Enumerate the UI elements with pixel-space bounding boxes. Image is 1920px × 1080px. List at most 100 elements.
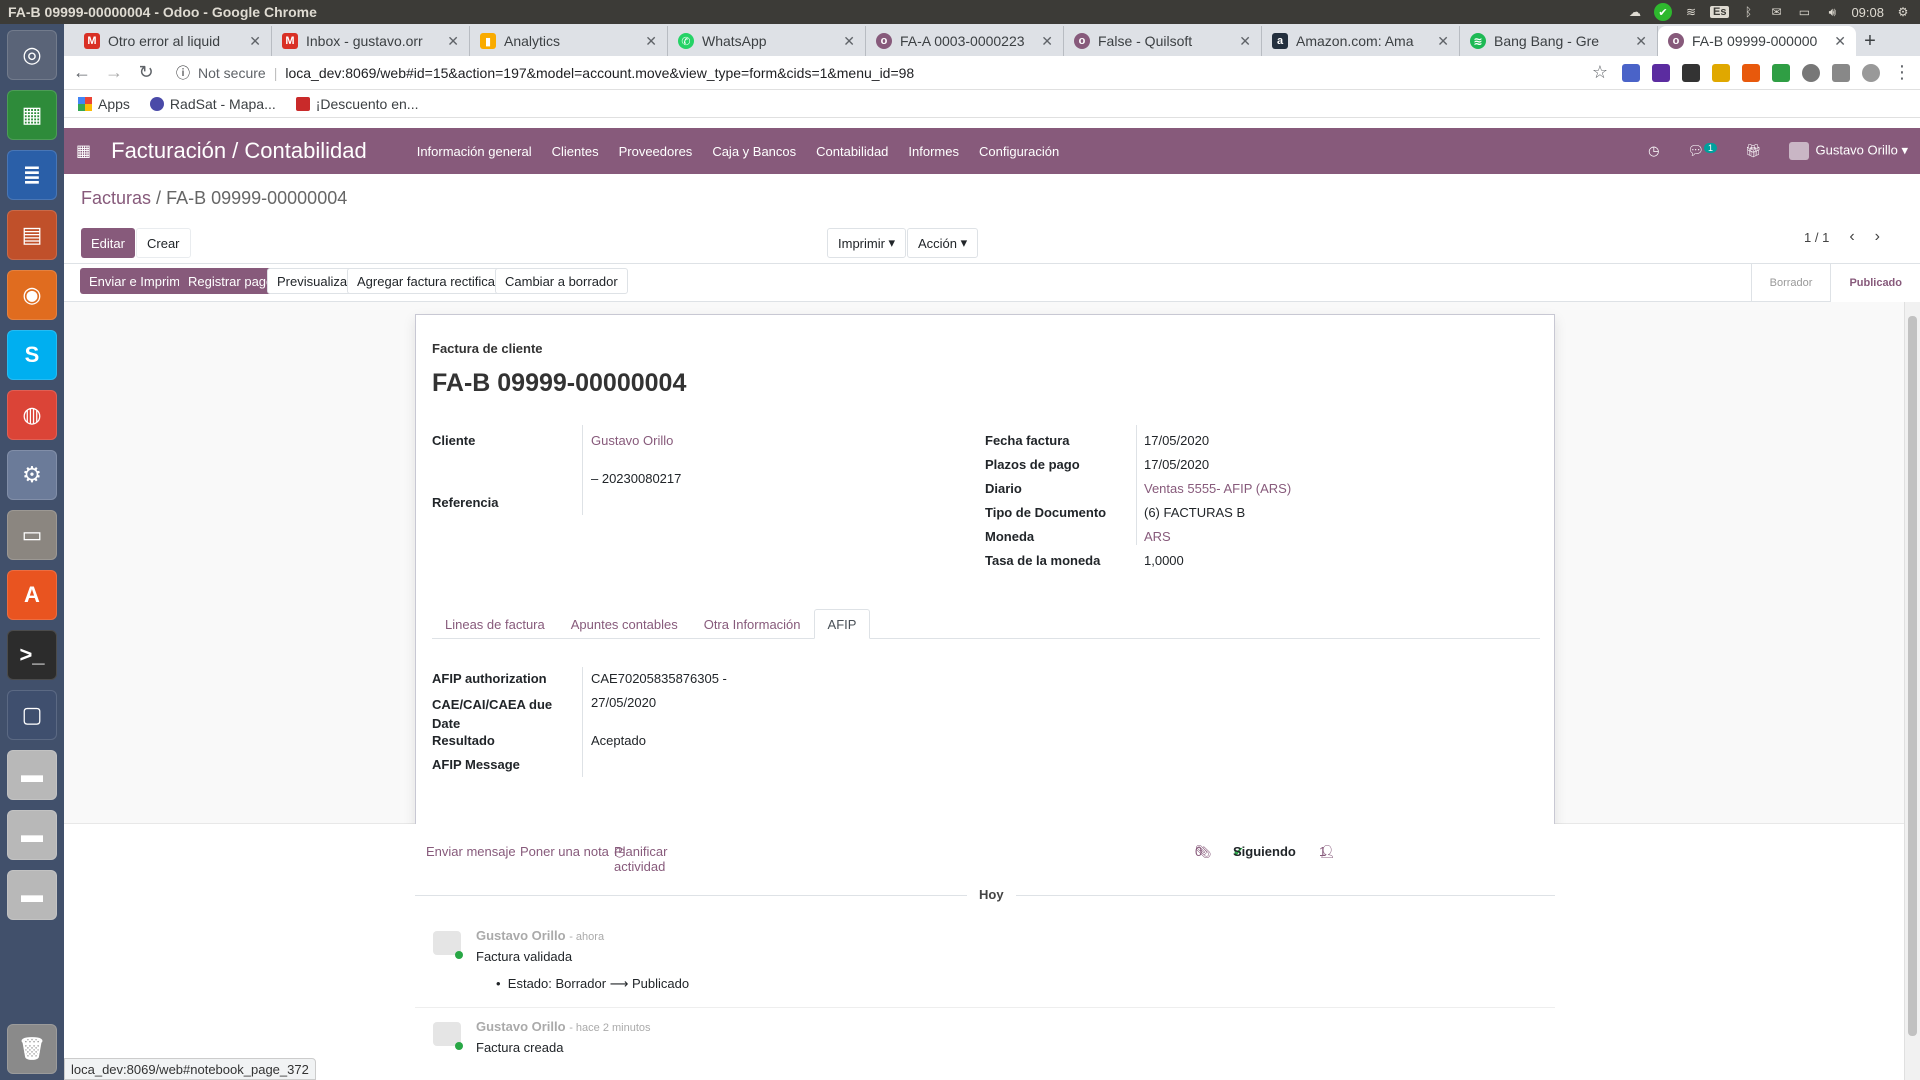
log-note-button[interactable]: Poner una nota xyxy=(520,844,609,859)
files-icon[interactable]: ▭ xyxy=(7,510,57,560)
impress-icon[interactable]: ▤ xyxy=(7,210,57,260)
invoice-date-value[interactable]: 17/05/2020 xyxy=(1144,433,1209,448)
check-icon[interactable]: ✔ xyxy=(1653,3,1672,21)
bookmark-radsat[interactable]: RadSat - Mapa... xyxy=(149,96,276,112)
omnibox[interactable]: ⓘ Not secure | loca_dev:8069/web#id=15&a… xyxy=(168,59,1578,87)
menu-item[interactable]: Caja y Bancos xyxy=(712,144,796,159)
user-menu[interactable]: Gustavo Orillo ▾ xyxy=(1789,142,1908,160)
spreadsheet-icon[interactable]: ▦ xyxy=(7,90,57,140)
print-dropdown[interactable]: Imprimir ▾ xyxy=(827,228,907,258)
reload-icon[interactable]: ↻ xyxy=(136,62,156,83)
bookmark-apps[interactable]: Apps xyxy=(78,96,130,112)
wifi-icon[interactable]: ≋ xyxy=(1682,5,1700,19)
browser-tab[interactable]: ▮ Analytics ✕ xyxy=(470,26,668,56)
close-icon[interactable]: ✕ xyxy=(249,33,261,50)
browser-tab[interactable]: M Otro error al liquid ✕ xyxy=(74,26,272,56)
tab-journal-items[interactable]: Apuntes contables xyxy=(558,609,691,639)
drive-icon[interactable]: ▬ xyxy=(7,870,57,920)
close-icon[interactable]: ✕ xyxy=(645,33,657,50)
software-center-icon[interactable]: A xyxy=(7,570,57,620)
tab-other-info[interactable]: Otra Información xyxy=(691,609,814,639)
chevron-left-icon[interactable]: ‹ xyxy=(1849,228,1854,246)
mail-icon[interactable]: ✉ xyxy=(1767,5,1785,19)
reset-draft-button[interactable]: Cambiar a borrador xyxy=(495,268,628,294)
browser-tab[interactable]: ≋ Bang Bang - Gre ✕ xyxy=(1460,26,1658,56)
action-dropdown[interactable]: Acción ▾ xyxy=(907,228,979,258)
breadcrumb-parent[interactable]: Facturas xyxy=(81,188,151,208)
drive-icon[interactable]: ▬ xyxy=(7,750,57,800)
bookmark-descuento[interactable]: ¡Descuento en... xyxy=(295,96,418,112)
url-text[interactable]: loca_dev:8069/web#id=15&action=197&model… xyxy=(285,65,914,81)
chrome-icon[interactable]: ◍ xyxy=(7,390,57,440)
scrollbar-thumb[interactable] xyxy=(1908,316,1917,1036)
trash-icon[interactable]: 🗑︎ xyxy=(7,1024,57,1074)
firefox-icon[interactable]: ◉ xyxy=(7,270,57,320)
info-icon[interactable]: ⓘ xyxy=(176,63,190,83)
browser-tab[interactable]: ✆ WhatsApp ✕ xyxy=(668,26,866,56)
kebab-menu-icon[interactable]: ⋮ xyxy=(1892,62,1912,83)
edit-button[interactable]: Editar xyxy=(81,228,135,258)
profile-avatar[interactable] xyxy=(1862,63,1880,82)
chevron-right-icon[interactable]: › xyxy=(1875,228,1880,246)
journal-value[interactable]: Ventas 5555- AFIP (ARS) xyxy=(1144,481,1291,496)
battery-icon[interactable]: ▭ xyxy=(1795,5,1813,19)
menu-item[interactable]: Información general xyxy=(417,144,532,159)
close-icon[interactable]: ✕ xyxy=(1834,33,1846,50)
close-icon[interactable]: ✕ xyxy=(1635,33,1647,50)
keyboard-layout-indicator[interactable]: Es xyxy=(1709,6,1730,18)
extension-icon[interactable] xyxy=(1712,63,1730,82)
menu-item[interactable]: Configuración xyxy=(979,144,1059,159)
close-icon[interactable]: ✕ xyxy=(447,33,459,50)
settings-icon[interactable]: ⚙ xyxy=(7,450,57,500)
menu-item[interactable]: Contabilidad xyxy=(816,144,888,159)
activity-clock-icon[interactable]: ◷ xyxy=(1648,143,1659,159)
back-icon[interactable]: ← xyxy=(72,62,92,83)
drive-icon[interactable]: ▬ xyxy=(7,810,57,860)
menu-item[interactable]: Clientes xyxy=(552,144,599,159)
extension-icon[interactable] xyxy=(1622,63,1640,82)
payment-terms-value[interactable]: 17/05/2020 xyxy=(1144,457,1209,472)
close-icon[interactable]: ✕ xyxy=(1239,33,1251,50)
browser-tab[interactable]: a Amazon.com: Ama ✕ xyxy=(1262,26,1460,56)
extension-icon[interactable] xyxy=(1742,63,1760,82)
app-name[interactable]: Facturación / Contabilidad xyxy=(111,138,367,164)
scrollbar[interactable] xyxy=(1904,302,1920,1080)
send-message-button[interactable]: Enviar mensaje xyxy=(426,844,516,859)
star-icon[interactable]: ☆ xyxy=(1590,62,1610,83)
menu-item[interactable]: Informes xyxy=(908,144,959,159)
dash-icon[interactable]: ◎ xyxy=(7,30,57,80)
menu-item[interactable]: Proveedores xyxy=(619,144,693,159)
security-label[interactable]: Not secure xyxy=(198,65,266,81)
cloud-icon[interactable]: ☁ xyxy=(1626,5,1644,19)
new-tab-button[interactable]: + xyxy=(1856,26,1884,56)
extension-icon[interactable] xyxy=(1682,63,1700,82)
extension-icon[interactable] xyxy=(1772,63,1790,82)
pager-value[interactable]: 1 / 1 xyxy=(1804,230,1829,245)
customer-value[interactable]: Gustavo Orillo xyxy=(591,433,673,448)
message-author[interactable]: Gustavo Orillo - ahora xyxy=(476,928,604,943)
close-icon[interactable]: ✕ xyxy=(1437,33,1449,50)
writer-icon[interactable]: ≣ xyxy=(7,150,57,200)
tab-afip[interactable]: AFIP xyxy=(813,609,871,639)
extension-icon[interactable] xyxy=(1652,63,1670,82)
message-author[interactable]: Gustavo Orillo - hace 2 minutos xyxy=(476,1019,651,1034)
close-icon[interactable]: ✕ xyxy=(843,33,855,50)
forward-icon[interactable]: → xyxy=(104,62,124,83)
gift-icon[interactable]: 🎁︎ xyxy=(1745,143,1762,159)
chat-icon[interactable]: 💬︎ 1 xyxy=(1687,143,1717,159)
browser-tab[interactable]: M Inbox - gustavo.orr ✕ xyxy=(272,26,470,56)
clock[interactable]: 09:08 xyxy=(1851,5,1884,20)
bluetooth-icon[interactable]: ᛒ xyxy=(1739,5,1757,19)
extension-icon[interactable] xyxy=(1802,63,1820,82)
browser-tab[interactable]: o FA-A 0003-0000223 ✕ xyxy=(866,26,1064,56)
terminal-icon[interactable]: >_ xyxy=(7,630,57,680)
workspace-icon[interactable]: ▢ xyxy=(7,690,57,740)
create-button[interactable]: Crear xyxy=(136,228,191,258)
close-icon[interactable]: ✕ xyxy=(1041,33,1053,50)
media-control-icon[interactable] xyxy=(1832,63,1850,82)
apps-menu-icon[interactable]: ▦ xyxy=(76,141,91,161)
skype-icon[interactable]: S xyxy=(7,330,57,380)
gear-icon[interactable]: ⚙ xyxy=(1894,5,1912,19)
tab-invoice-lines[interactable]: Lineas de factura xyxy=(432,609,558,639)
currency-value[interactable]: ARS xyxy=(1144,529,1171,544)
